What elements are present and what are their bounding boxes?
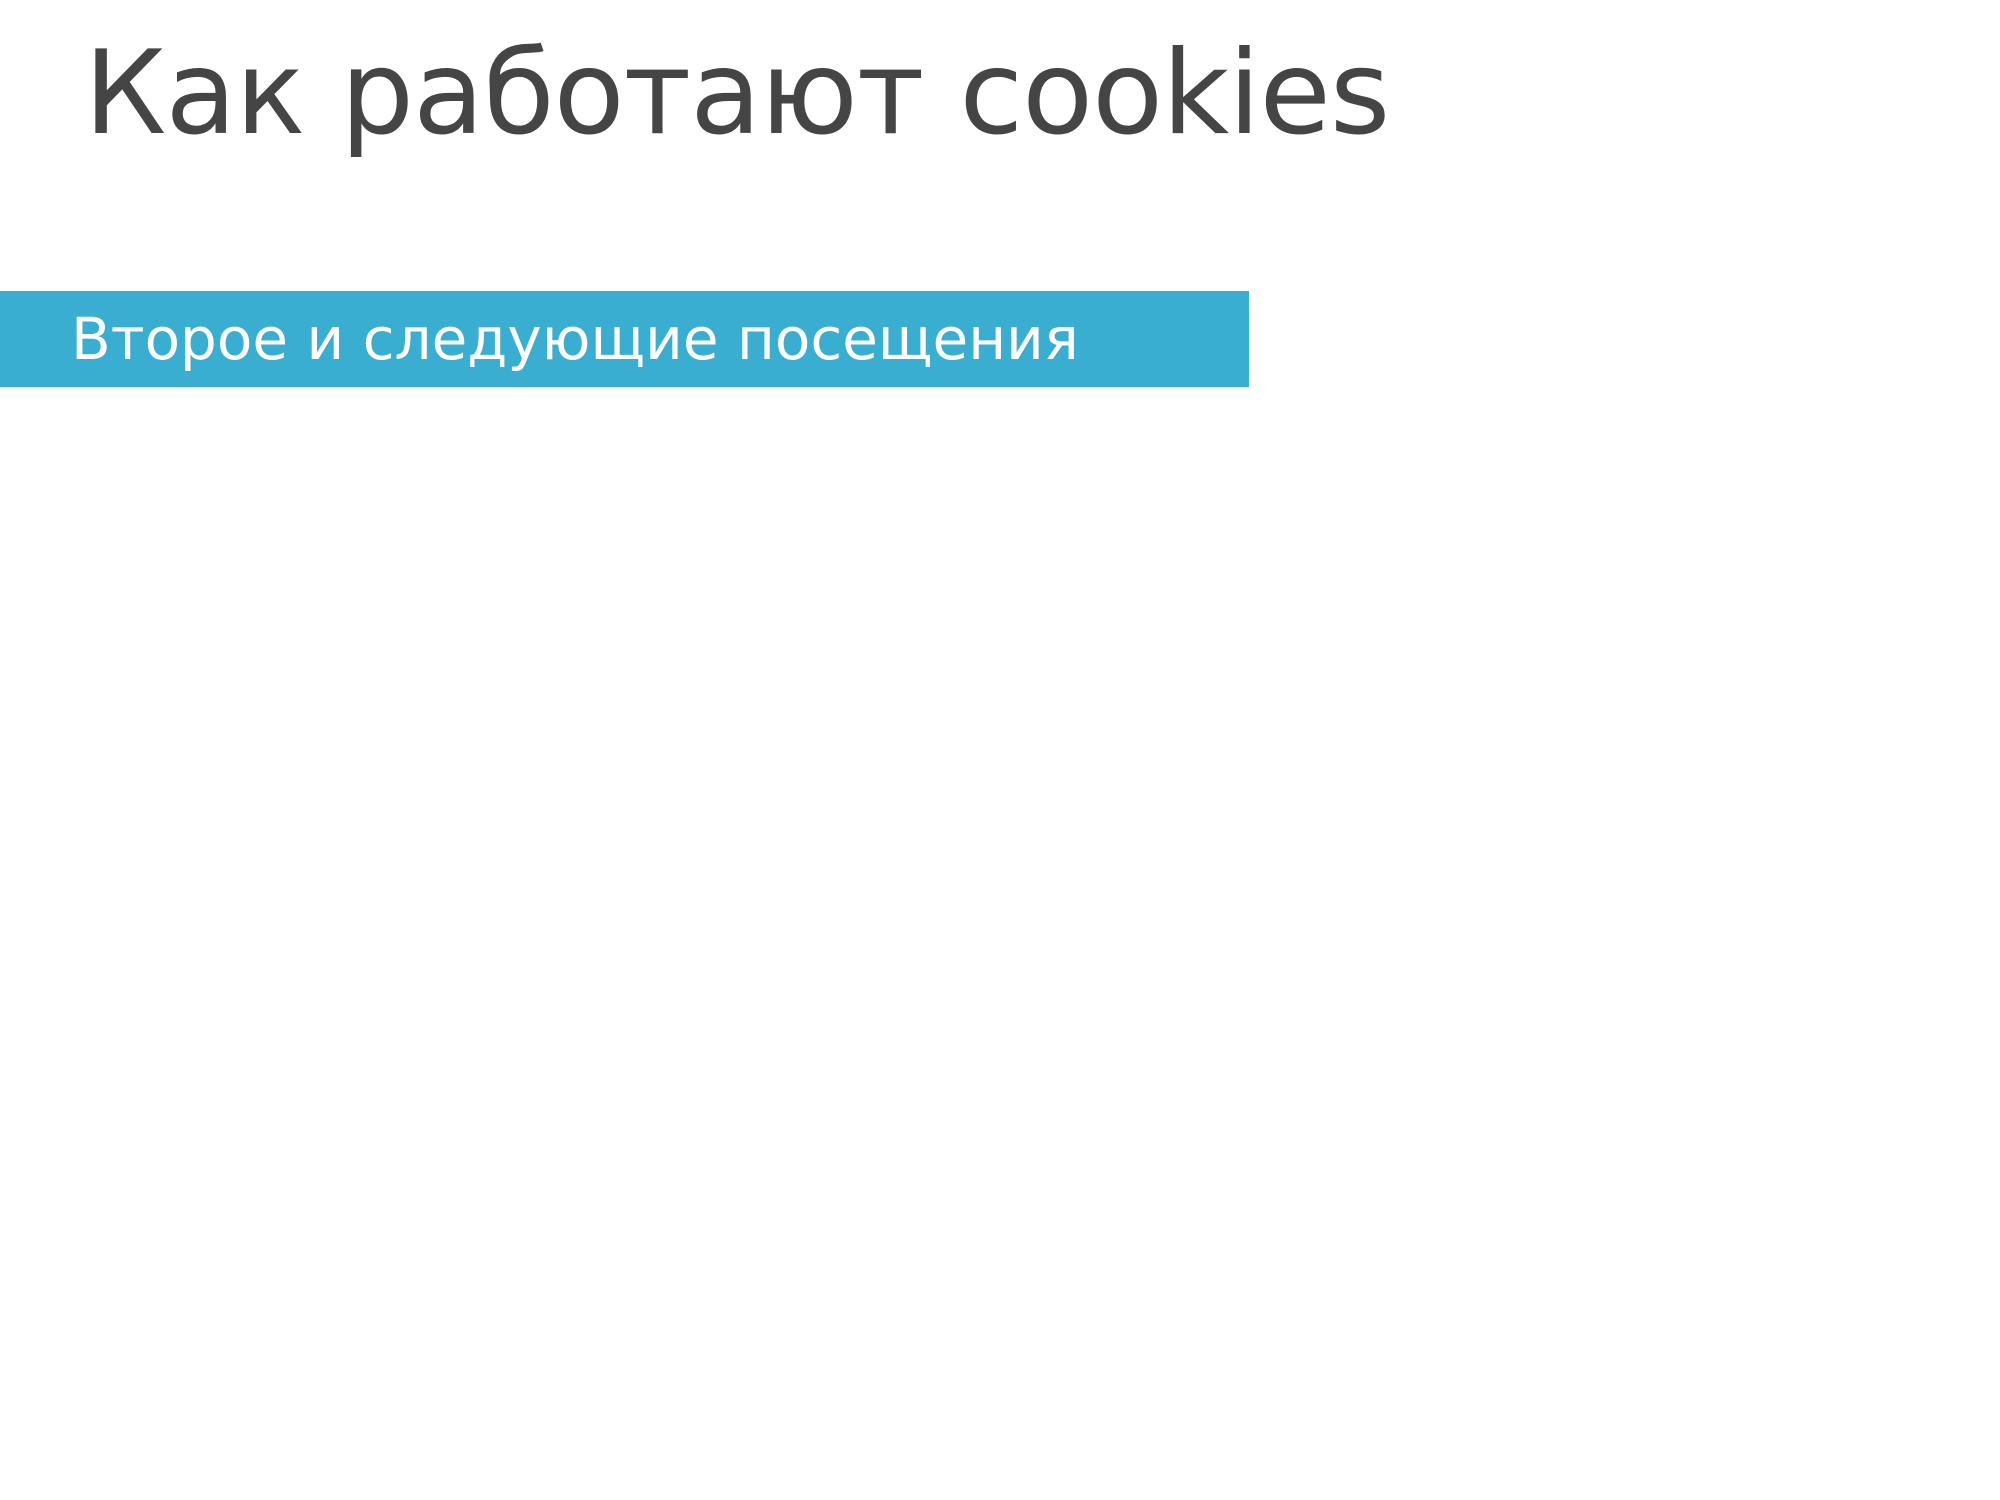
section-banner: Второе и следующие посещения [0, 291, 1249, 387]
section-banner-label: Второе и следующие посещения [71, 305, 1079, 373]
slide: Как работают cookies Второе и следующие … [0, 0, 2000, 1500]
slide-title: Как работают cookies [84, 26, 1390, 161]
